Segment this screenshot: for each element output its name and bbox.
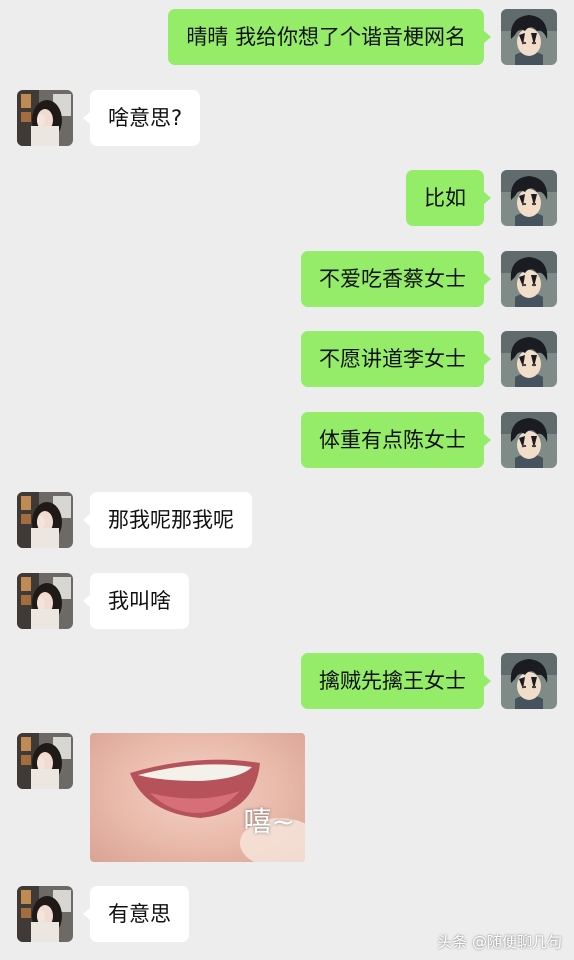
avatar-contact[interactable] — [17, 573, 73, 629]
avatar-me[interactable] — [501, 653, 557, 709]
message-bubble-incoming[interactable]: 我叫啥 — [83, 573, 189, 629]
watermark: 头条 @随便聊几句 — [437, 933, 562, 951]
message-bubble-incoming[interactable]: 那我呢那我呢 — [83, 492, 252, 548]
avatar-contact[interactable] — [17, 886, 73, 942]
avatar-me[interactable] — [501, 412, 557, 468]
avatar-me[interactable] — [501, 9, 557, 65]
avatar-contact[interactable] — [17, 90, 73, 146]
smiling-mouth-image — [130, 759, 305, 862]
sticker-caption: 嘻~ — [243, 805, 295, 838]
message-bubble-outgoing[interactable]: 不爱吃香蔡女士 — [301, 251, 491, 307]
avatar-me[interactable] — [501, 251, 557, 307]
message-bubble-outgoing[interactable]: 体重有点陈女士 — [301, 412, 491, 468]
message-bubble-incoming[interactable]: 啥意思? — [82, 90, 201, 146]
sticker-image[interactable]: 嘻~ — [90, 733, 305, 862]
message-bubble-outgoing[interactable]: 不愿讲道李女士 — [301, 331, 491, 387]
avatar-contact[interactable] — [17, 733, 73, 789]
avatar-me[interactable] — [501, 170, 557, 226]
message-bubble-outgoing[interactable]: 晴晴 我给你想了个谐音梗网名 — [168, 9, 491, 65]
message-bubble-incoming[interactable]: 有意思 — [83, 886, 189, 942]
message-bubble-outgoing[interactable]: 比如 — [406, 170, 491, 226]
avatar-me[interactable] — [501, 331, 557, 387]
message-bubble-outgoing[interactable]: 擒贼先擒王女士 — [301, 653, 491, 709]
avatar-contact[interactable] — [17, 492, 73, 548]
